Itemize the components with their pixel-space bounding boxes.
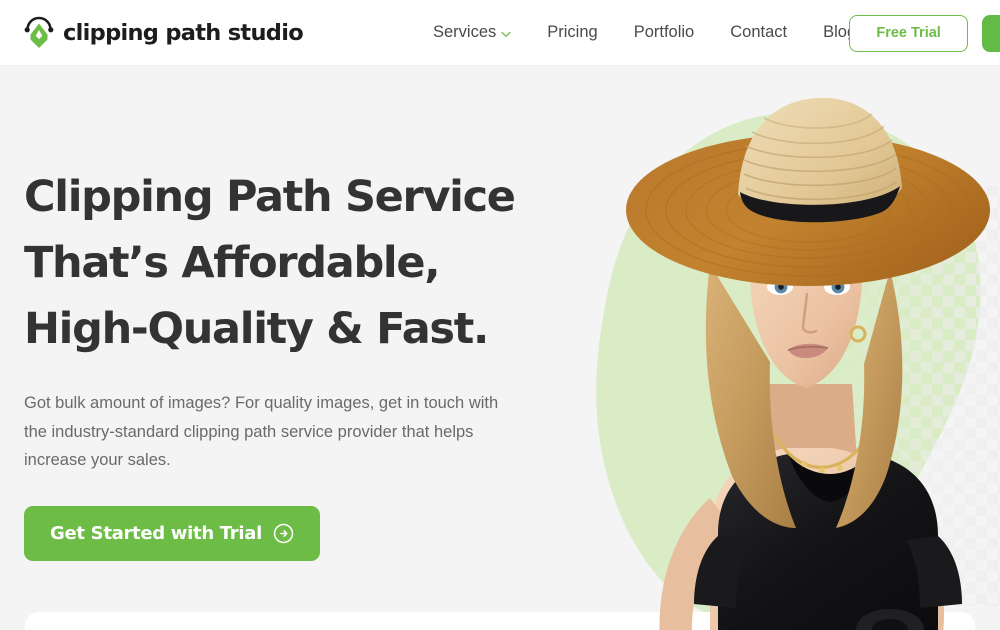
nav-item-contact[interactable]: Contact (712, 23, 805, 42)
nav-item-portfolio[interactable]: Portfolio (616, 23, 713, 42)
main-navigation: Services Pricing Portfolio Contact Blog (415, 23, 874, 42)
header-actions: Free Trial Get (849, 0, 1000, 66)
brand-logo[interactable]: clipping path studio (22, 16, 304, 50)
hero-subtitle: Got bulk amount of images? For quality i… (24, 394, 499, 469)
pen-nib-logo-icon (22, 16, 56, 50)
hero-section: Clipping Path Service That’s Affordable,… (0, 66, 1000, 630)
get-started-with-trial-button[interactable]: Get Started with Trial (24, 505, 320, 561)
nav-item-services[interactable]: Services (415, 23, 529, 42)
arrow-right-circle-icon (273, 523, 294, 544)
free-trial-button[interactable]: Free Trial (849, 14, 968, 52)
cta-label: Get Started with Trial (50, 522, 262, 544)
get-quote-button[interactable]: Get (981, 14, 1000, 52)
nav-label-services: Services (432, 23, 497, 41)
nav-label-contact: Contact (730, 23, 788, 41)
nav-label-pricing: Pricing (547, 23, 598, 41)
hero-copy: Clipping Path Service That’s Affordable,… (24, 164, 544, 561)
nav-item-pricing[interactable]: Pricing (529, 23, 615, 42)
brand-name: clipping path studio (63, 19, 304, 46)
site-header: clipping path studio Services Pricing Po… (0, 0, 1000, 66)
chevron-down-icon (501, 28, 511, 38)
hero-title: Clipping Path Service That’s Affordable,… (24, 172, 516, 354)
nav-label-portfolio: Portfolio (633, 23, 695, 41)
